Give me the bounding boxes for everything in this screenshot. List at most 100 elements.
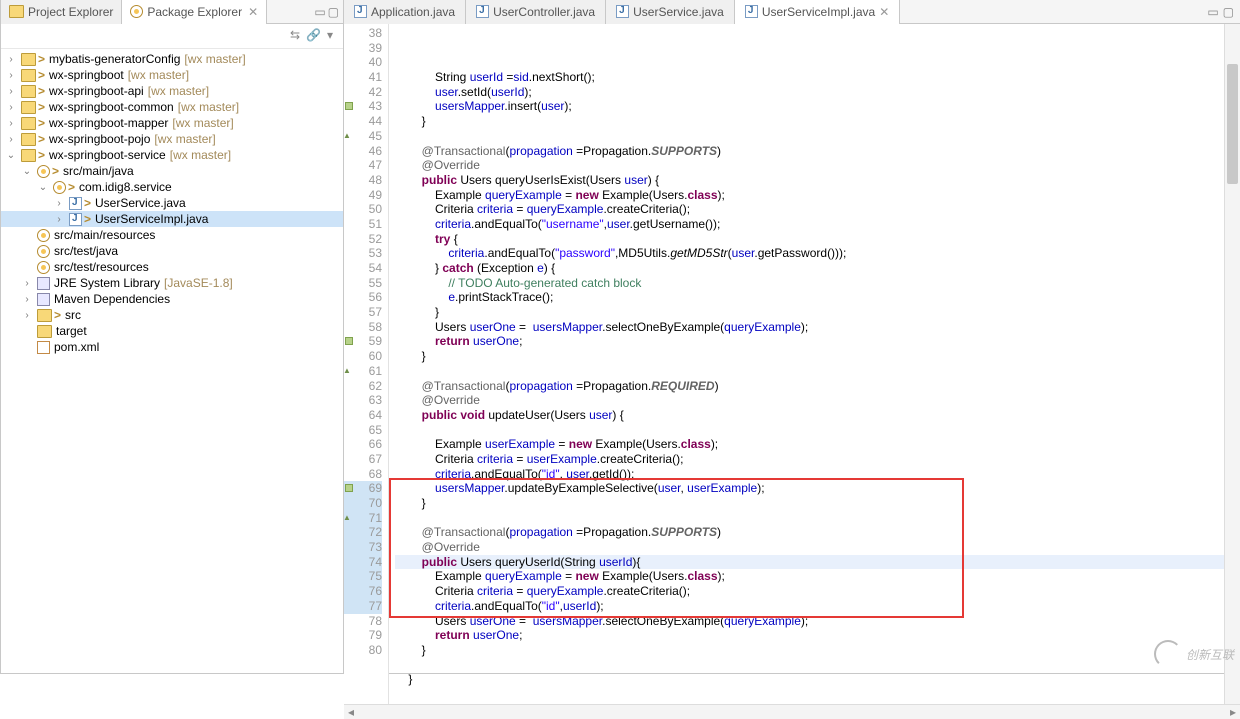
code-line[interactable]: Criteria criteria = userExample.createCr… xyxy=(395,452,1224,467)
close-icon[interactable]: ✕ xyxy=(248,5,258,19)
line-number[interactable]: 73 xyxy=(344,540,382,555)
code-line[interactable] xyxy=(395,364,1224,379)
code-line[interactable]: // TODO Auto-generated catch block xyxy=(395,276,1224,291)
line-number[interactable]: 62 xyxy=(344,379,382,394)
code-line[interactable]: @Override xyxy=(395,158,1224,173)
code-line[interactable]: } catch (Exception e) { xyxy=(395,261,1224,276)
code-line[interactable]: } xyxy=(395,672,1224,687)
twisty-icon[interactable]: › xyxy=(5,134,17,145)
line-number[interactable]: 80 xyxy=(344,643,382,658)
line-number[interactable]: 75 xyxy=(344,569,382,584)
scroll-right-icon[interactable]: ▸ xyxy=(1226,705,1240,719)
twisty-icon[interactable]: ⌄ xyxy=(5,150,17,161)
line-number[interactable]: 58 xyxy=(344,320,382,335)
twisty-icon[interactable]: › xyxy=(21,310,33,321)
editor-tab[interactable]: UserService.java xyxy=(606,0,735,24)
code-line[interactable] xyxy=(395,511,1224,526)
code-line[interactable]: criteria.andEqualTo("password",MD5Utils.… xyxy=(395,246,1224,261)
line-number[interactable]: 74 xyxy=(344,555,382,570)
tab-package-explorer[interactable]: Package Explorer ✕ xyxy=(122,0,267,24)
code-line[interactable] xyxy=(395,687,1224,702)
code-line[interactable] xyxy=(395,129,1224,144)
tree-item[interactable]: ›>wx-springboot [wx master] xyxy=(1,67,343,83)
tree-item[interactable]: ›>UserServiceImpl.java xyxy=(1,211,343,227)
code-line[interactable]: @Transactional(propagation =Propagation.… xyxy=(395,379,1224,394)
line-gutter[interactable]: 3839404142434445464748495051525354555657… xyxy=(344,24,389,704)
code-line[interactable]: public Users queryUserId(String userId){ xyxy=(395,555,1224,570)
line-number[interactable]: 60 xyxy=(344,349,382,364)
editor-tab[interactable]: Application.java xyxy=(344,0,466,24)
code-line[interactable]: criteria.andEqualTo("username",user.getU… xyxy=(395,217,1224,232)
line-number[interactable]: 47 xyxy=(344,158,382,173)
tree-item[interactable]: src/test/java xyxy=(1,243,343,259)
twisty-icon[interactable]: ⌄ xyxy=(21,166,33,177)
tree-item[interactable]: ⌄>src/main/java xyxy=(1,163,343,179)
line-number[interactable]: 65 xyxy=(344,423,382,438)
tree-item[interactable]: ›>UserService.java xyxy=(1,195,343,211)
code-line[interactable]: return userOne; xyxy=(395,334,1224,349)
tree-item[interactable]: ›>wx-springboot-common [wx master] xyxy=(1,99,343,115)
line-number[interactable]: 67 xyxy=(344,452,382,467)
line-number[interactable]: 54 xyxy=(344,261,382,276)
twisty-icon[interactable]: › xyxy=(5,86,17,97)
line-number[interactable]: 52 xyxy=(344,232,382,247)
tree-item[interactable]: src/test/resources xyxy=(1,259,343,275)
line-number[interactable]: 43 xyxy=(344,99,382,114)
code-line[interactable]: return userOne; xyxy=(395,628,1224,643)
code-line[interactable]: Criteria criteria = queryExample.createC… xyxy=(395,584,1224,599)
code-editor[interactable]: String userId =sid.nextShort(); user.set… xyxy=(389,24,1224,704)
line-number[interactable]: 53 xyxy=(344,246,382,261)
line-number[interactable]: 61 xyxy=(344,364,382,379)
view-menu-icon[interactable]: ▾ xyxy=(327,28,333,42)
code-line[interactable]: @Transactional(propagation =Propagation.… xyxy=(395,144,1224,159)
tree-item[interactable]: ›>wx-springboot-mapper [wx master] xyxy=(1,115,343,131)
minimize-icon[interactable]: ▭ xyxy=(314,5,325,19)
line-number[interactable]: 76 xyxy=(344,584,382,599)
line-number[interactable]: 77 xyxy=(344,599,382,614)
code-line[interactable]: user.setId(userId); xyxy=(395,85,1224,100)
line-number[interactable]: 44 xyxy=(344,114,382,129)
tree-item[interactable]: ›Maven Dependencies xyxy=(1,291,343,307)
twisty-icon[interactable]: › xyxy=(5,70,17,81)
line-number[interactable]: 56 xyxy=(344,290,382,305)
tree-item[interactable]: pom.xml xyxy=(1,339,343,355)
line-number[interactable]: 68 xyxy=(344,467,382,482)
line-number[interactable]: 72 xyxy=(344,525,382,540)
line-number[interactable]: 64 xyxy=(344,408,382,423)
close-icon[interactable]: ✕ xyxy=(879,5,889,19)
line-number[interactable]: 42 xyxy=(344,85,382,100)
link-editor-icon[interactable]: 🔗 xyxy=(306,28,321,42)
line-number[interactable]: 48 xyxy=(344,173,382,188)
code-line[interactable]: } xyxy=(395,305,1224,320)
tree-item[interactable]: ⌄>wx-springboot-service [wx master] xyxy=(1,147,343,163)
line-number[interactable]: 55 xyxy=(344,276,382,291)
package-tree[interactable]: ›>mybatis-generatorConfig [wx master]›>w… xyxy=(1,49,343,673)
tree-item[interactable]: ›>wx-springboot-pojo [wx master] xyxy=(1,131,343,147)
code-line[interactable]: } xyxy=(395,349,1224,364)
twisty-icon[interactable]: › xyxy=(53,214,65,225)
code-line[interactable] xyxy=(395,658,1224,673)
code-line[interactable]: public void updateUser(Users user) { xyxy=(395,408,1224,423)
tree-item[interactable]: ›JRE System Library [JavaSE-1.8] xyxy=(1,275,343,291)
line-number[interactable]: 49 xyxy=(344,188,382,203)
maximize-icon[interactable]: ▢ xyxy=(1223,5,1234,19)
code-line[interactable]: Example queryExample = new Example(Users… xyxy=(395,569,1224,584)
code-line[interactable]: @Transactional(propagation =Propagation.… xyxy=(395,525,1224,540)
code-line[interactable]: criteria.andEqualTo("id", user.getId()); xyxy=(395,467,1224,482)
line-number[interactable]: 70 xyxy=(344,496,382,511)
vertical-scrollbar[interactable] xyxy=(1224,24,1240,704)
line-number[interactable]: 59 xyxy=(344,334,382,349)
code-line[interactable]: criteria.andEqualTo("id",userId); xyxy=(395,599,1224,614)
horizontal-scrollbar[interactable]: ◂ ▸ xyxy=(344,704,1240,719)
code-line[interactable]: Example queryExample = new Example(Users… xyxy=(395,188,1224,203)
editor-tab[interactable]: UserServiceImpl.java ✕ xyxy=(735,0,900,24)
line-number[interactable]: 69 xyxy=(344,481,382,496)
line-number[interactable]: 45 xyxy=(344,129,382,144)
line-number[interactable]: 71 xyxy=(344,511,382,526)
line-number[interactable]: 40 xyxy=(344,55,382,70)
line-number[interactable]: 63 xyxy=(344,393,382,408)
code-line[interactable]: usersMapper.insert(user); xyxy=(395,99,1224,114)
code-line[interactable]: Users userOne = usersMapper.selectOneByE… xyxy=(395,614,1224,629)
maximize-icon[interactable]: ▢ xyxy=(328,5,339,19)
code-line[interactable]: } xyxy=(395,496,1224,511)
